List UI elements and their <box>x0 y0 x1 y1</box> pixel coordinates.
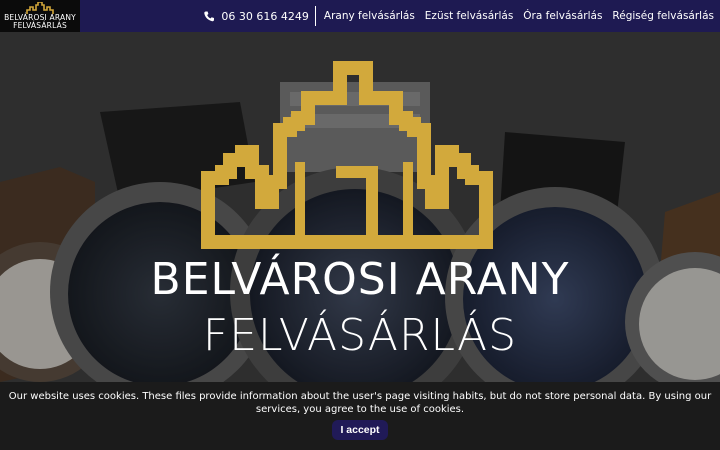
cookie-message: Our website uses cookies. These files pr… <box>8 391 712 415</box>
phone-link[interactable]: 06 30 616 4249 <box>204 6 316 26</box>
nav-silver-buying[interactable]: Ezüst felvásárlás <box>425 10 514 22</box>
main-nav: 06 30 616 4249 Arany felvásárlás Ezüst f… <box>204 0 714 32</box>
phone-icon <box>204 11 215 22</box>
cookie-banner: Our website uses cookies. These files pr… <box>0 382 720 450</box>
hero-title-line2: FELVÁSÁRLÁS <box>202 310 518 361</box>
logo-text-line2: FELVÁSÁRLÁS <box>13 21 67 30</box>
nav-gold-buying[interactable]: Arany felvásárlás <box>324 10 415 22</box>
site-logo[interactable]: BELVÁROSI ARANY FELVÁSÁRLÁS <box>0 0 80 32</box>
accept-cookies-button[interactable]: I accept <box>332 420 388 440</box>
nav-watch-buying[interactable]: Óra felvásárlás <box>523 10 602 22</box>
top-navbar: BELVÁROSI ARANY FELVÁSÁRLÁS 06 30 616 42… <box>0 0 720 32</box>
nav-antique-buying[interactable]: Régiség felvásárlás <box>612 10 714 22</box>
hero-banner: BELVÁROSI ARANY FELVÁSÁRLÁS <box>0 32 720 382</box>
hero-title-line1: BELVÁROSI ARANY <box>150 254 570 305</box>
phone-number: 06 30 616 4249 <box>221 9 309 23</box>
